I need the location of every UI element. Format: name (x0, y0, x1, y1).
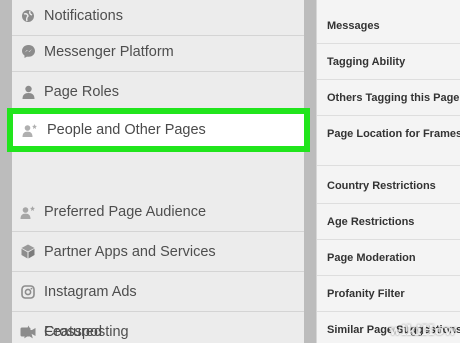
setting-profanity-filter[interactable]: Profanity Filter (317, 276, 460, 312)
settings-column: Messages Tagging Ability Others Tagging … (316, 0, 460, 343)
menu-item-label: Notifications (44, 7, 123, 24)
menu-item-label: Messenger Platform (44, 43, 174, 60)
menu-item-label: Instagram Ads (44, 283, 137, 300)
menu-item-label: Partner Apps and Services (44, 243, 216, 260)
menu-item-partner-apps[interactable]: Partner Apps and Services (12, 232, 304, 272)
setting-page-moderation[interactable]: Page Moderation (317, 240, 460, 276)
menu-item-preferred-page-audience[interactable]: Preferred Page Audience (12, 192, 304, 232)
setting-tagging-ability[interactable]: Tagging Ability (317, 44, 460, 80)
menu-item-crossposting[interactable]: Crossposting (12, 312, 304, 343)
person-icon (12, 85, 44, 99)
globe-icon (12, 9, 44, 23)
menu-item-label: Crossposting (44, 323, 129, 340)
menu-item-label: Preferred Page Audience (44, 203, 207, 220)
menu-item-instagram-ads[interactable]: Instagram Ads (12, 272, 304, 312)
setting-others-tagging[interactable]: Others Tagging this Page (317, 80, 460, 116)
menu-item-label: People and Other Pages (47, 122, 206, 138)
setting-country-restrictions[interactable]: Country Restrictions (317, 168, 460, 204)
person-star-icon (12, 205, 44, 219)
settings-menu: Notifications Messenger Platform Page Ro… (12, 0, 304, 343)
person-star-icon (13, 123, 47, 137)
watermark-logo: wikiHow (388, 323, 456, 339)
instagram-icon (12, 284, 44, 299)
menu-item-label: Page Roles (44, 83, 119, 100)
menu-item-notifications[interactable]: Notifications (12, 0, 304, 36)
menu-item-people-and-other-pages[interactable]: People and Other Pages (7, 108, 310, 152)
menu-item-page-roles[interactable]: Page Roles (12, 72, 304, 112)
setting-page-location-frames[interactable]: Page Location for Frames (317, 116, 460, 166)
setting-age-restrictions[interactable]: Age Restrictions (317, 204, 460, 240)
cube-icon (12, 244, 44, 259)
menu-item-messenger-platform[interactable]: Messenger Platform (12, 32, 304, 72)
messenger-icon (12, 44, 44, 59)
setting-messages[interactable]: Messages (317, 8, 460, 44)
video-camera-icon (12, 326, 44, 338)
